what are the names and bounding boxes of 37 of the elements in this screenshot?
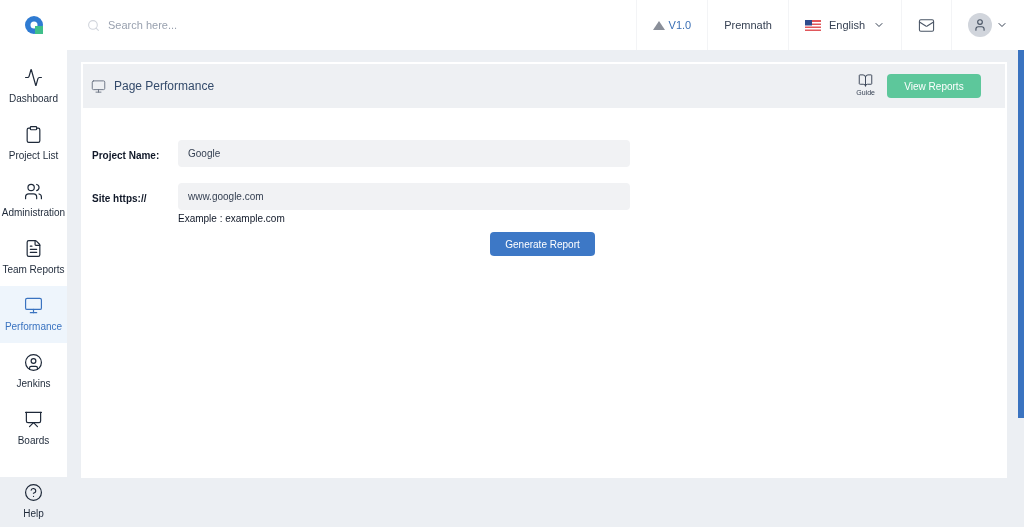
field-label: Site https:// [92, 192, 148, 206]
search-icon [87, 18, 100, 32]
sidebar-item[interactable]: Team Reports [0, 229, 67, 286]
avatar[interactable] [968, 13, 992, 37]
triangle-icon [652, 20, 665, 30]
field-hint: Example : example.com [178, 212, 286, 226]
nav-icon [24, 238, 43, 258]
nav-icon [24, 181, 43, 201]
sidebar-item[interactable]: Jenkins [0, 343, 67, 400]
nav-icon [24, 409, 43, 429]
language-dropdown[interactable]: English [787, 0, 901, 50]
book-icon [858, 73, 874, 89]
help-item[interactable]: Help [0, 477, 67, 527]
sidebar-item[interactable]: Performance [0, 286, 67, 343]
person-icon [973, 18, 987, 32]
text-field[interactable]: www.google.com [178, 183, 630, 210]
nav-icon [24, 124, 43, 144]
nav-icon [24, 67, 43, 87]
sidebar-item[interactable]: Administration [0, 172, 67, 229]
version-label: V1.0 [668, 17, 692, 33]
panel-title: Page Performance [114, 78, 215, 95]
logo-icon[interactable] [23, 15, 44, 35]
user-name: Premnath [724, 17, 772, 33]
field-label: Project Name: [92, 149, 161, 163]
sidebar-item[interactable]: Dashboard [0, 58, 67, 115]
text-field[interactable]: Google [178, 140, 630, 167]
nav-icon [24, 295, 43, 315]
nav-icon [24, 352, 43, 372]
sidebar-item[interactable]: Boards [0, 400, 67, 457]
mail-icon[interactable] [918, 16, 935, 34]
help-icon [24, 483, 43, 503]
search-field[interactable]: Search here... [108, 16, 308, 34]
flag-icon [804, 19, 821, 31]
sidebar-item[interactable]: Project List [0, 115, 67, 172]
monitor-icon [91, 78, 106, 94]
generate-report-button[interactable]: Generate Report [490, 232, 595, 256]
scrollbar[interactable] [1018, 50, 1024, 418]
